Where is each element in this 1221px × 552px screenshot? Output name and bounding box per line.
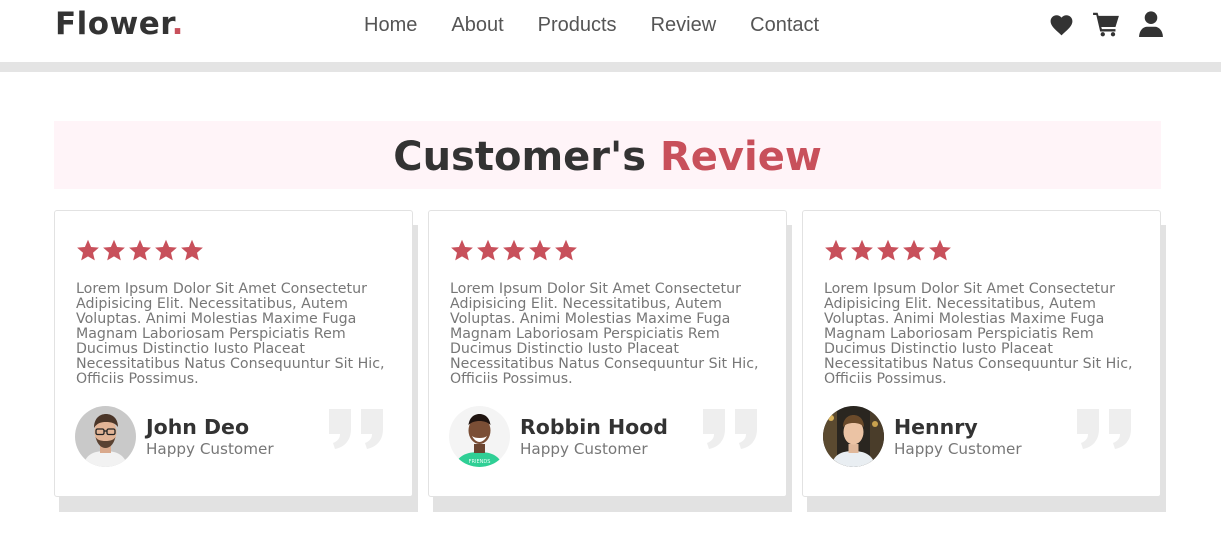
quote-icon bbox=[703, 409, 757, 449]
star-icon bbox=[477, 239, 499, 261]
customer-role: Happy Customer bbox=[520, 440, 648, 458]
star-rating bbox=[450, 239, 580, 262]
star-rating bbox=[76, 239, 206, 262]
star-icon bbox=[529, 239, 551, 261]
quote-icon bbox=[1077, 409, 1131, 449]
header-icons bbox=[1047, 10, 1165, 38]
logo-text: Flower bbox=[55, 6, 172, 42]
quote-icon bbox=[329, 409, 383, 449]
star-icon bbox=[103, 239, 125, 261]
star-icon bbox=[77, 239, 99, 261]
star-rating bbox=[824, 239, 954, 262]
nav-about-link[interactable]: About bbox=[451, 12, 503, 38]
review-text: Lorem Ipsum Dolor Sit Amet Consectetur A… bbox=[824, 281, 1133, 387]
user-icon[interactable] bbox=[1137, 10, 1165, 38]
star-icon bbox=[877, 239, 899, 261]
nav-home-link[interactable]: Home bbox=[364, 12, 417, 38]
star-icon bbox=[929, 239, 951, 261]
star-icon bbox=[181, 239, 203, 261]
star-icon bbox=[451, 239, 473, 261]
section-title: Customer's Review bbox=[54, 121, 1161, 193]
customer-name: Robbin Hood bbox=[520, 415, 668, 439]
avatar: FRIENDS bbox=[449, 406, 510, 467]
customer-name: John Deo bbox=[146, 415, 250, 439]
section-title-band: Customer's Review bbox=[54, 121, 1161, 189]
avatar bbox=[823, 406, 884, 467]
header-divider bbox=[0, 62, 1221, 72]
star-icon bbox=[851, 239, 873, 261]
star-icon bbox=[825, 239, 847, 261]
heart-icon[interactable] bbox=[1047, 10, 1075, 38]
review-text: Lorem Ipsum Dolor Sit Amet Consectetur A… bbox=[76, 281, 385, 387]
header: Flower. Home About Products Review Conta… bbox=[0, 0, 1221, 62]
title-main: Customer's bbox=[393, 134, 660, 180]
avatar bbox=[75, 406, 136, 467]
logo-dot: . bbox=[171, 6, 184, 42]
nav-contact-link[interactable]: Contact bbox=[750, 12, 819, 38]
customer-role: Happy Customer bbox=[894, 440, 1022, 458]
customer-name: Hennry bbox=[894, 415, 978, 439]
logo[interactable]: Flower. bbox=[55, 6, 184, 42]
review-card: Lorem Ipsum Dolor Sit Amet Consectetur A… bbox=[802, 210, 1161, 497]
review-card: Lorem Ipsum Dolor Sit Amet Consectetur A… bbox=[54, 210, 413, 497]
nav-review-link[interactable]: Review bbox=[651, 12, 717, 38]
star-icon bbox=[555, 239, 577, 261]
nav-products-link[interactable]: Products bbox=[538, 12, 617, 38]
star-icon bbox=[155, 239, 177, 261]
star-icon bbox=[503, 239, 525, 261]
customer-role: Happy Customer bbox=[146, 440, 274, 458]
review-text: Lorem Ipsum Dolor Sit Amet Consectetur A… bbox=[450, 281, 759, 387]
title-accent: Review bbox=[659, 134, 822, 180]
review-card: Lorem Ipsum Dolor Sit Amet Consectetur A… bbox=[428, 210, 787, 497]
star-icon bbox=[903, 239, 925, 261]
svg-text:FRIENDS: FRIENDS bbox=[469, 459, 491, 465]
main-nav: Home About Products Review Contact bbox=[364, 12, 853, 38]
star-icon bbox=[129, 239, 151, 261]
cart-icon[interactable] bbox=[1092, 10, 1120, 38]
